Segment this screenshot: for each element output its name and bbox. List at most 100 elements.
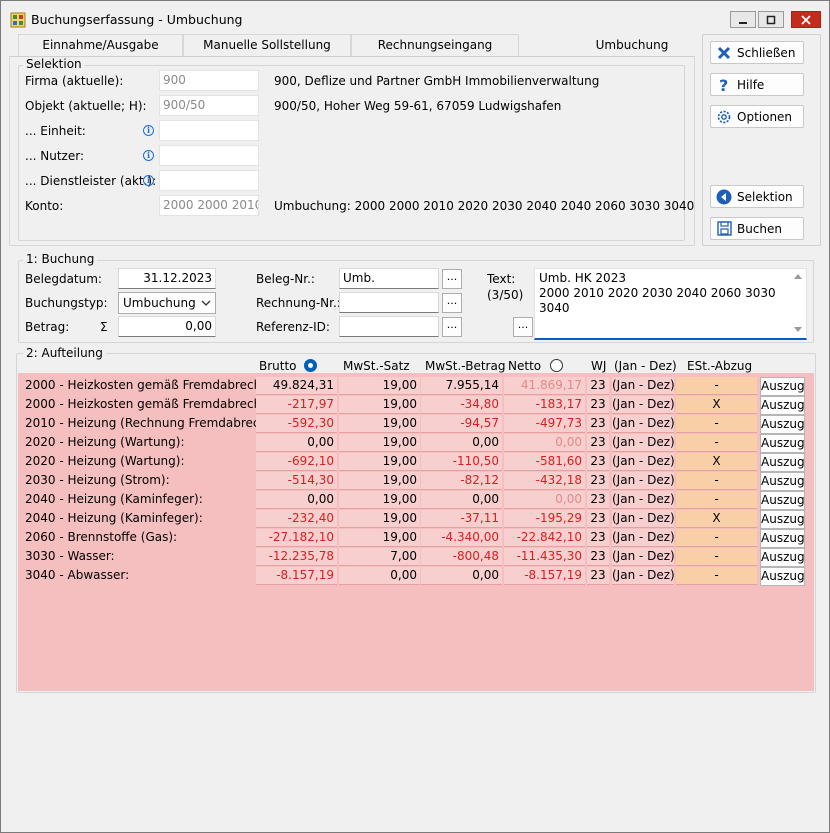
brutto-cell[interactable]: -232,40 [256,510,337,528]
auszug-button[interactable]: Auszug [760,491,805,510]
konto-field[interactable]: 2000 2000 2010 20 [159,195,259,216]
wj-cell[interactable]: 23 [587,453,609,471]
firma-field[interactable]: 900 [159,70,259,91]
mwst-satz-cell[interactable]: 19,00 [339,472,420,490]
netto-cell[interactable]: -581,60 [504,453,585,471]
brutto-cell[interactable]: -217,97 [256,396,337,414]
close-window-button[interactable] [791,11,821,28]
wj-cell[interactable]: 23 [587,491,609,509]
mwst-betrag-cell[interactable]: -34,80 [421,396,502,414]
minimize-button[interactable] [730,11,756,28]
wj-cell[interactable]: 23 [587,377,609,395]
est-abzug-cell[interactable]: - [676,548,757,566]
text-area[interactable]: Umb. HK 2023 2000 2010 2020 2030 2040 20… [534,268,807,340]
wj-cell[interactable]: 23 [587,472,609,490]
period-cell[interactable]: (Jan - Dez) [612,396,675,414]
rechnungnr-field[interactable] [339,292,439,313]
brutto-cell[interactable]: 49.824,31 [256,377,337,395]
netto-cell[interactable]: -497,73 [504,415,585,433]
optionen-button[interactable]: Optionen [710,105,804,128]
schliessen-button[interactable]: Schließen [710,41,804,64]
brutto-cell[interactable]: -12.235,78 [256,548,337,566]
mwst-betrag-cell[interactable]: -82,12 [421,472,502,490]
buchungstyp-select[interactable]: Umbuchung [118,292,216,314]
belegnr-field[interactable]: Umb. [339,268,439,289]
selektion-button[interactable]: Selektion [710,185,804,208]
period-cell[interactable]: (Jan - Dez) [612,548,675,566]
text-scrollbar[interactable] [790,269,806,337]
netto-cell[interactable]: 41.869,17 [504,377,585,395]
est-abzug-cell[interactable]: - [676,472,757,490]
brutto-cell[interactable]: 0,00 [256,434,337,452]
referenzid-field[interactable] [339,316,439,337]
netto-radio[interactable] [550,359,563,372]
dienstleister-field[interactable] [159,170,259,191]
einheit-info-icon[interactable]: i [143,125,154,136]
netto-cell[interactable]: -183,17 [504,396,585,414]
objekt-field[interactable]: 900/50 [159,95,259,116]
auszug-button[interactable]: Auszug [760,415,805,434]
mwst-satz-cell[interactable]: 19,00 [339,415,420,433]
auszug-button[interactable]: Auszug [760,529,805,548]
period-cell[interactable]: (Jan - Dez) [612,529,675,547]
auszug-button[interactable]: Auszug [760,396,805,415]
maximize-button[interactable] [758,11,784,28]
mwst-betrag-cell[interactable]: -800,48 [421,548,502,566]
tab-rechnungseingang[interactable]: Rechnungseingang [351,34,519,56]
brutto-cell[interactable]: -8.157,19 [256,567,337,585]
mwst-satz-cell[interactable]: 0,00 [339,567,420,585]
brutto-cell[interactable]: -27.182,10 [256,529,337,547]
mwst-satz-cell[interactable]: 19,00 [339,510,420,528]
period-cell[interactable]: (Jan - Dez) [612,434,675,452]
mwst-satz-cell[interactable]: 19,00 [339,529,420,547]
mwst-betrag-cell[interactable]: -4.340,00 [421,529,502,547]
buchen-button[interactable]: Buchen [710,217,804,240]
auszug-button[interactable]: Auszug [760,548,805,567]
mwst-betrag-cell[interactable]: 0,00 [421,491,502,509]
auszug-button[interactable]: Auszug [760,377,805,396]
netto-cell[interactable]: -195,29 [504,510,585,528]
est-abzug-cell[interactable]: - [676,377,757,395]
mwst-satz-cell[interactable]: 19,00 [339,434,420,452]
est-abzug-cell[interactable]: - [676,434,757,452]
mwst-satz-cell[interactable]: 19,00 [339,396,420,414]
brutto-cell[interactable]: -592,30 [256,415,337,433]
hilfe-button[interactable]: ? Hilfe [710,73,804,96]
mwst-betrag-cell[interactable]: 0,00 [421,434,502,452]
auszug-button[interactable]: Auszug [760,567,805,586]
text-browse-button[interactable]: ... [513,317,533,337]
period-cell[interactable]: (Jan - Dez) [612,510,675,528]
netto-cell[interactable]: -22.842,10 [504,529,585,547]
netto-cell[interactable]: 0,00 [504,491,585,509]
mwst-satz-cell[interactable]: 19,00 [339,377,420,395]
wj-cell[interactable]: 23 [587,434,609,452]
nutzer-info-icon[interactable]: i [143,150,154,161]
einheit-field[interactable] [159,120,259,141]
est-abzug-cell[interactable]: X [676,396,757,414]
wj-cell[interactable]: 23 [587,529,609,547]
mwst-satz-cell[interactable]: 19,00 [339,491,420,509]
referenzid-browse-button[interactable]: ... [442,317,462,337]
wj-cell[interactable]: 23 [587,415,609,433]
tab-umbuchung[interactable]: Umbuchung [576,34,688,56]
netto-cell[interactable]: -432,18 [504,472,585,490]
brutto-radio[interactable] [304,359,317,372]
period-cell[interactable]: (Jan - Dez) [612,491,675,509]
est-abzug-cell[interactable]: - [676,491,757,509]
brutto-cell[interactable]: 0,00 [256,491,337,509]
mwst-satz-cell[interactable]: 7,00 [339,548,420,566]
mwst-betrag-cell[interactable]: -37,11 [421,510,502,528]
wj-cell[interactable]: 23 [587,567,609,585]
nutzer-field[interactable] [159,145,259,166]
rechnungnr-browse-button[interactable]: ... [442,293,462,313]
mwst-betrag-cell[interactable]: 7.955,14 [421,377,502,395]
auszug-button[interactable]: Auszug [760,510,805,529]
mwst-betrag-cell[interactable]: -94,57 [421,415,502,433]
wj-cell[interactable]: 23 [587,510,609,528]
est-abzug-cell[interactable]: X [676,453,757,471]
auszug-button[interactable]: Auszug [760,453,805,472]
tab-manuelle-sollstellung[interactable]: Manuelle Sollstellung [183,34,351,56]
period-cell[interactable]: (Jan - Dez) [612,415,675,433]
est-abzug-cell[interactable]: - [676,529,757,547]
betrag-field[interactable]: 0,00 [118,316,216,337]
